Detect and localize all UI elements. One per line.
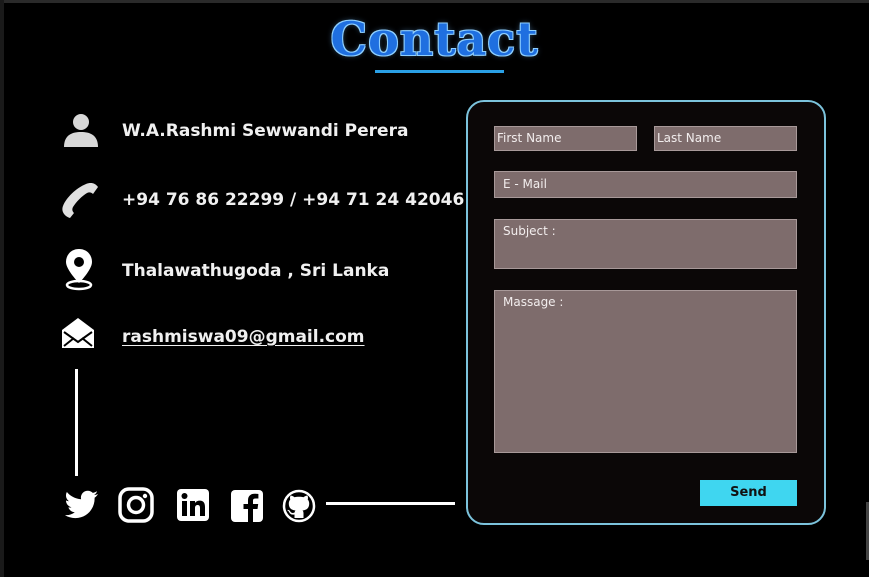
left-edge xyxy=(0,0,4,577)
location-pin-icon xyxy=(63,247,95,295)
github-icon[interactable] xyxy=(282,489,316,527)
vertical-divider xyxy=(75,369,78,476)
title-underline xyxy=(375,70,504,73)
top-edge xyxy=(0,0,869,3)
person-icon xyxy=(62,111,100,153)
last-name-placeholder: Last Name xyxy=(657,131,722,145)
page-title: Contact xyxy=(330,12,539,66)
horizontal-divider xyxy=(326,502,455,505)
contact-email-link[interactable]: rashmiswa09@gmail.com xyxy=(122,327,365,347)
instagram-icon[interactable] xyxy=(118,487,154,527)
first-name-placeholder: First Name xyxy=(497,131,562,145)
first-name-field[interactable]: First Name xyxy=(494,126,637,151)
twitter-icon[interactable] xyxy=(64,487,100,527)
contact-phone: +94 76 86 22299 / +94 71 24 42046 xyxy=(122,190,465,210)
facebook-icon[interactable] xyxy=(230,489,264,527)
last-name-field[interactable]: Last Name xyxy=(654,126,797,151)
phone-icon xyxy=(60,180,102,224)
email-field[interactable]: E - Mail xyxy=(494,171,797,198)
message-field[interactable]: Massage : xyxy=(494,290,797,453)
envelope-icon xyxy=(60,316,96,354)
message-placeholder: Massage : xyxy=(503,295,564,309)
linkedin-icon[interactable] xyxy=(176,488,210,526)
contact-name: W.A.Rashmi Sewwandi Perera xyxy=(122,121,409,141)
contact-location: Thalawathugoda , Sri Lanka xyxy=(122,261,390,281)
subject-field[interactable]: Subject : xyxy=(494,219,797,269)
subject-placeholder: Subject : xyxy=(503,224,556,238)
email-placeholder: E - Mail xyxy=(503,177,547,191)
send-button[interactable]: Send xyxy=(700,480,797,506)
